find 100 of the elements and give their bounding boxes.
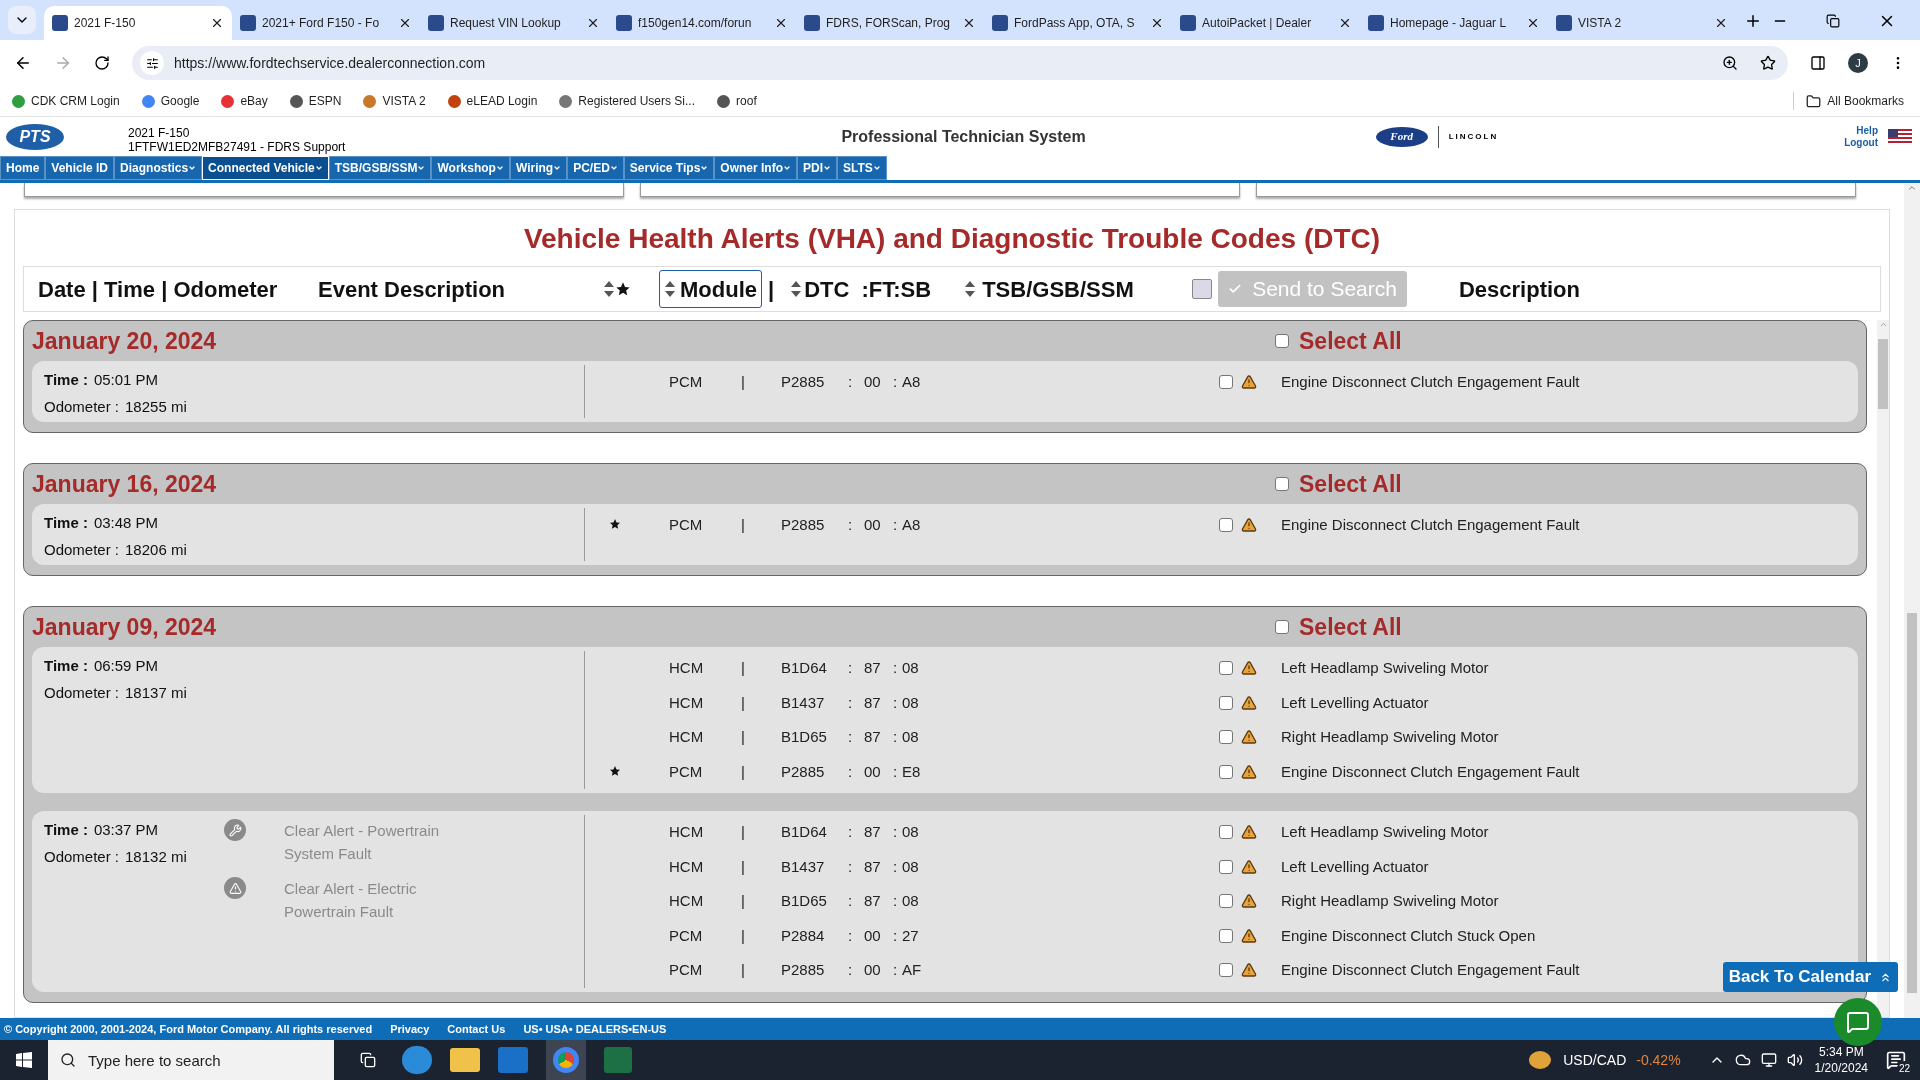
- browser-tab[interactable]: f150gen14.com/forun: [608, 6, 796, 40]
- status-byte: 08: [902, 727, 920, 747]
- scrollbar-thumb[interactable]: [1907, 613, 1917, 993]
- checkbox[interactable]: [1219, 928, 1233, 943]
- scrollbar-thumb[interactable]: [1878, 339, 1888, 409]
- all-bookmarks-link[interactable]: All Bookmarks: [1793, 92, 1904, 110]
- footer-link[interactable]: US• USA• DEALERS•EN-US: [523, 1020, 667, 1038]
- browser-tab[interactable]: 2021 F-150: [44, 6, 232, 40]
- separator: |: [741, 761, 746, 782]
- address-bar[interactable]: https://www.fordtechservice.dealerconnection.com: [132, 46, 1788, 80]
- browser-tab[interactable]: Homepage - Jaguar L: [1360, 6, 1548, 40]
- module-sort-button[interactable]: Module: [659, 270, 762, 308]
- checkbox[interactable]: [1219, 730, 1233, 745]
- bookmark-link[interactable]: ESPN: [289, 92, 342, 110]
- close-icon[interactable]: [1526, 16, 1540, 30]
- dtc-description: Left Levelling Actuator: [1281, 856, 1429, 877]
- browser-tab[interactable]: VISTA 2: [1548, 6, 1736, 40]
- nav-tab[interactable]: Vehicle ID: [45, 156, 115, 180]
- site-info-icon[interactable]: [145, 56, 159, 70]
- close-icon[interactable]: [586, 16, 600, 30]
- bookmark-link[interactable]: roof: [717, 92, 757, 110]
- close-icon[interactable]: [1338, 16, 1352, 30]
- checkbox[interactable]: [1275, 477, 1289, 491]
- site-icon: [240, 15, 256, 31]
- nav-tab[interactable]: Owner Info: [714, 156, 797, 180]
- scrollbar[interactable]: [1904, 183, 1920, 1018]
- close-icon[interactable]: [1714, 16, 1728, 30]
- taskbar-search-field[interactable]: Type here to search: [48, 1040, 334, 1080]
- tab-title: FordPass App, OTA, S: [1014, 15, 1136, 32]
- dtc-code: P2885: [781, 761, 826, 782]
- browser-tab[interactable]: FordPass App, OTA, S: [984, 6, 1172, 40]
- module-code: PCM: [668, 372, 704, 392]
- logout-link[interactable]: Logout: [1844, 136, 1878, 149]
- checkbox[interactable]: [1219, 518, 1233, 533]
- failure-type: 87: [864, 891, 882, 911]
- checkbox[interactable]: [1219, 661, 1233, 676]
- separator: :: [846, 692, 854, 713]
- profile-avatar[interactable]: J: [1848, 53, 1868, 73]
- scrollbar[interactable]: [1877, 320, 1889, 1017]
- browser-tab[interactable]: AutoiPacket | Dealer: [1172, 6, 1360, 40]
- volume-icon[interactable]: [1786, 1052, 1803, 1068]
- bookmark-link[interactable]: eBay: [221, 92, 268, 110]
- sort-icon[interactable]: [790, 280, 803, 298]
- sort-icon[interactable]: [603, 280, 615, 298]
- tab-search-button[interactable]: [8, 6, 36, 34]
- back-icon[interactable]: [14, 54, 32, 72]
- select-all-label: Select All: [1299, 326, 1402, 356]
- site-icon: [1180, 15, 1196, 31]
- nav-tab[interactable]: Service Tips: [623, 156, 715, 180]
- help-link[interactable]: Help: [1856, 124, 1878, 137]
- checkbox[interactable]: [1219, 375, 1233, 390]
- bookmark-link[interactable]: Registered Users Si...: [559, 92, 696, 110]
- back-to-calendar-button[interactable]: Back To Calendar: [1722, 962, 1898, 992]
- zoom-icon[interactable]: [1722, 55, 1738, 71]
- bookmark-link[interactable]: eLEAD Login: [447, 92, 538, 110]
- new-tab-icon[interactable]: [1744, 12, 1762, 30]
- reload-icon[interactable]: [94, 55, 110, 71]
- bookmark-link[interactable]: VISTA 2: [363, 92, 426, 110]
- cloud-icon[interactable]: [1734, 1052, 1751, 1068]
- nav-tab[interactable]: Workshop: [431, 156, 510, 180]
- close-icon[interactable]: [962, 16, 976, 30]
- footer-link[interactable]: Contact Us: [447, 1020, 506, 1038]
- nav-tab[interactable]: SLTS: [837, 156, 887, 180]
- nav-tab[interactable]: Home: [0, 156, 46, 180]
- sort-icon[interactable]: [664, 280, 676, 298]
- nav-tab[interactable]: Wiring: [509, 156, 568, 180]
- restore-icon[interactable]: [1826, 14, 1840, 28]
- nav-tab[interactable]: TSB/GSB/SSM: [328, 156, 432, 180]
- star-icon[interactable]: [615, 281, 631, 297]
- chrome-app-icon[interactable]: [546, 1040, 586, 1080]
- separator: :: [846, 856, 854, 877]
- bookmark-link[interactable]: Google: [141, 92, 200, 110]
- sort-icon[interactable]: [964, 280, 977, 298]
- close-icon[interactable]: [774, 16, 788, 30]
- network-icon[interactable]: [1760, 1052, 1777, 1068]
- close-icon[interactable]: [210, 16, 224, 30]
- bookmark-link[interactable]: CDK CRM Login: [12, 92, 120, 110]
- checkbox[interactable]: [1219, 963, 1233, 978]
- checkbox[interactable]: [1275, 620, 1289, 634]
- close-icon[interactable]: [398, 16, 412, 30]
- browser-tab[interactable]: FDRS, FORScan, Prog: [796, 6, 984, 40]
- nav-tab[interactable]: Connected Vehicle: [202, 156, 329, 180]
- star-icon: [609, 518, 621, 531]
- browser-tab[interactable]: 2021+ Ford F150 - Fo: [232, 6, 420, 40]
- bookmark-star-icon[interactable]: [1760, 55, 1776, 71]
- checkbox[interactable]: [1219, 859, 1233, 874]
- nav-tab[interactable]: PDI: [797, 156, 837, 180]
- checkbox[interactable]: [1219, 695, 1233, 710]
- browser-tab[interactable]: Request VIN Lookup: [420, 6, 608, 40]
- nav-tab[interactable]: PC/ED: [567, 156, 624, 180]
- close-icon[interactable]: [1150, 16, 1164, 30]
- checkbox[interactable]: [1219, 894, 1233, 909]
- checkbox[interactable]: [1219, 825, 1233, 840]
- nav-tab[interactable]: Diagnostics: [114, 156, 203, 180]
- checkbox[interactable]: [1275, 334, 1289, 348]
- dtc-description: Left Headlamp Swiveling Motor: [1281, 822, 1489, 842]
- checkbox[interactable]: [1219, 764, 1233, 779]
- side-panel-icon[interactable]: [1810, 55, 1826, 71]
- separator: |: [741, 925, 746, 946]
- footer-link[interactable]: Privacy: [390, 1020, 430, 1038]
